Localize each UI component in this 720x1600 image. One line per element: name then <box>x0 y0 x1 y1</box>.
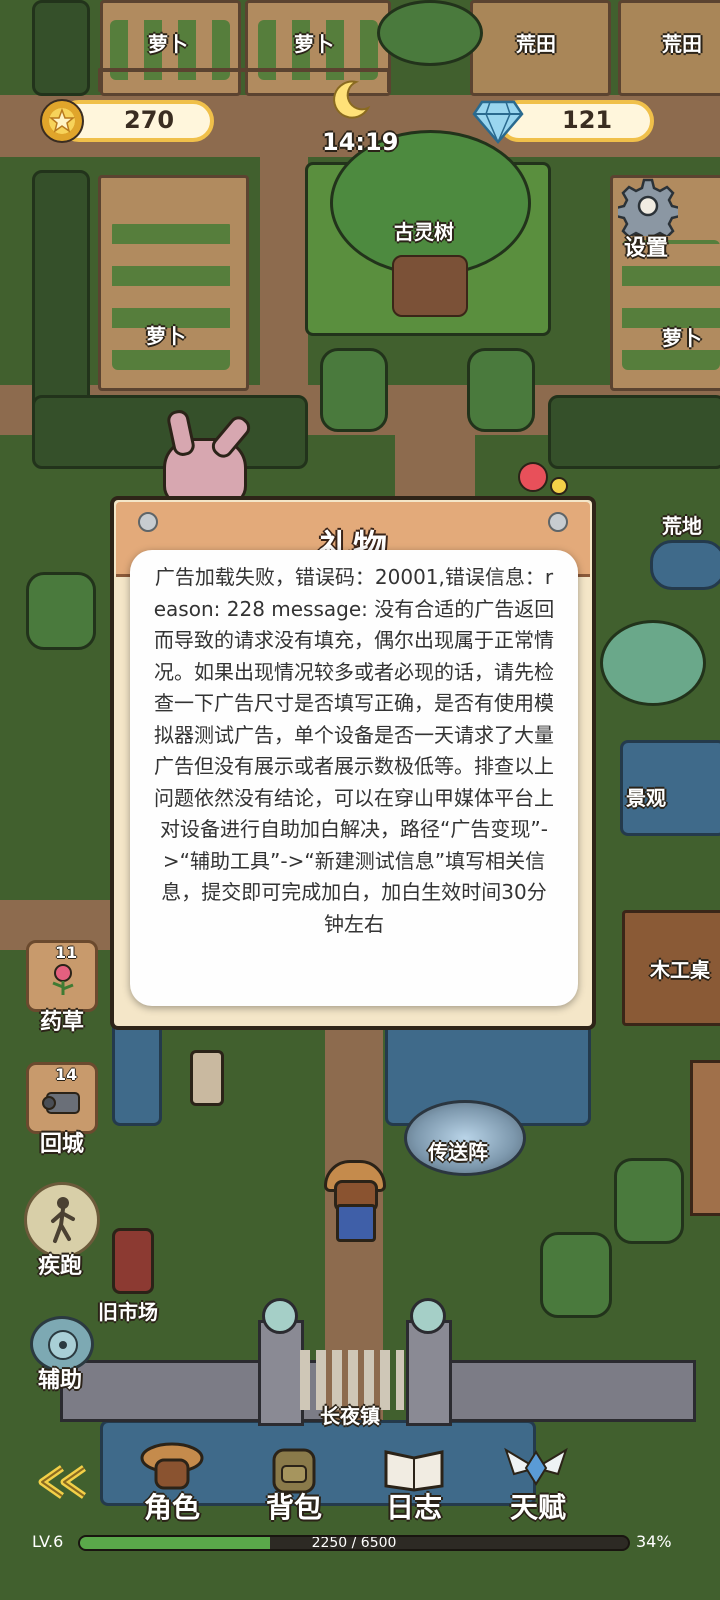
return-city-button[interactable]: 14 <box>26 1062 98 1134</box>
herbs-label: 药草 <box>40 1010 85 1035</box>
sprint-label: 疾跑 <box>38 1254 83 1279</box>
winged-gem-icon <box>500 1444 572 1492</box>
map-label-carrot: 萝卜 <box>148 32 188 56</box>
nav-backpack[interactable]: 背包 <box>256 1440 336 1530</box>
tree <box>600 620 706 706</box>
game-clock: 14:19 <box>322 128 399 156</box>
player-character[interactable] <box>324 1160 386 1242</box>
flower-decoration <box>550 477 568 495</box>
tree <box>377 0 483 66</box>
map-label-wasteland: 荒田 <box>516 32 556 56</box>
nav-talent[interactable]: 天赋 <box>498 1440 578 1530</box>
character-icon <box>140 1440 204 1492</box>
stone-wall <box>410 1360 696 1422</box>
map-label-town: 长夜镇 <box>320 1404 380 1428</box>
herbs-button[interactable]: 11 <box>26 940 98 1012</box>
player-level: LV.6 <box>32 1532 64 1551</box>
settings-label: 设置 <box>624 236 669 261</box>
diamond-icon <box>472 96 524 144</box>
nav-talent-label: 天赋 <box>510 1491 567 1524</box>
pond <box>650 540 720 590</box>
sprint-button[interactable] <box>24 1182 100 1258</box>
coin-icon <box>40 99 84 143</box>
map-label-teleport: 传送阵 <box>428 1140 488 1164</box>
gate-orb <box>410 1298 446 1334</box>
old-market-machine[interactable] <box>112 1228 154 1294</box>
gear-icon <box>614 176 682 246</box>
ancient-tree-trunk <box>392 255 468 317</box>
pond <box>112 1020 162 1126</box>
map-label-ancient-tree: 古灵树 <box>394 220 454 244</box>
map-label-carrot: 萝卜 <box>662 326 702 350</box>
gate-pillar <box>406 1320 452 1426</box>
tree <box>26 572 96 650</box>
running-figure-icon <box>45 1195 81 1245</box>
hedge <box>32 0 90 96</box>
xp-bar: 2250 / 6500 <box>78 1535 630 1551</box>
map-label-carrot: 萝卜 <box>146 324 186 348</box>
xp-text: 2250 / 6500 <box>311 1535 397 1551</box>
tree <box>540 1232 612 1318</box>
xp-percent: 34% <box>636 1532 672 1551</box>
map-label-carrot: 萝卜 <box>294 32 334 56</box>
coin-count: 270 <box>124 106 175 134</box>
tree <box>320 348 388 432</box>
scroll-icon <box>41 1085 85 1121</box>
back-arrow-icon[interactable] <box>34 1462 94 1502</box>
settings-button[interactable]: 设置 <box>614 176 682 261</box>
nav-character-label: 角色 <box>144 1491 201 1524</box>
assist-label: 辅助 <box>38 1368 83 1393</box>
flower-decoration <box>518 462 548 492</box>
gate-orb <box>262 1298 298 1334</box>
nav-character[interactable]: 角色 <box>134 1440 214 1530</box>
map-label-scenery: 景观 <box>626 786 666 810</box>
gauge-icon <box>43 1327 83 1363</box>
flower-icon <box>45 961 81 997</box>
hedge <box>548 395 720 469</box>
moon-icon <box>328 78 372 122</box>
lamp-post <box>190 1050 224 1106</box>
player-body <box>336 1204 376 1242</box>
gate-pillar <box>258 1320 304 1426</box>
map-label-woodworker: 木工桌 <box>650 958 710 982</box>
return-city-count: 14 <box>55 1065 78 1084</box>
tree <box>467 348 535 432</box>
ad-error-toast: 广告加载失败，错误码：20001,错误信息：reason: 228 messag… <box>130 550 578 1006</box>
nav-journal-label: 日志 <box>386 1491 443 1524</box>
map-label-old-market: 旧市场 <box>98 1300 158 1324</box>
gem-count: 121 <box>562 106 613 134</box>
building <box>690 1060 720 1216</box>
book-icon <box>382 1444 446 1492</box>
map-path <box>260 150 308 410</box>
return-city-label: 回城 <box>40 1132 85 1157</box>
herbs-count: 11 <box>55 943 78 962</box>
map-label-barren: 荒地 <box>662 514 702 538</box>
nav-backpack-label: 背包 <box>266 1491 323 1524</box>
nav-journal[interactable]: 日志 <box>376 1440 456 1530</box>
tree <box>614 1158 684 1244</box>
toast-message: 广告加载失败，错误码：20001,错误信息：reason: 228 messag… <box>153 565 555 936</box>
map-label-wasteland: 荒田 <box>662 32 702 56</box>
